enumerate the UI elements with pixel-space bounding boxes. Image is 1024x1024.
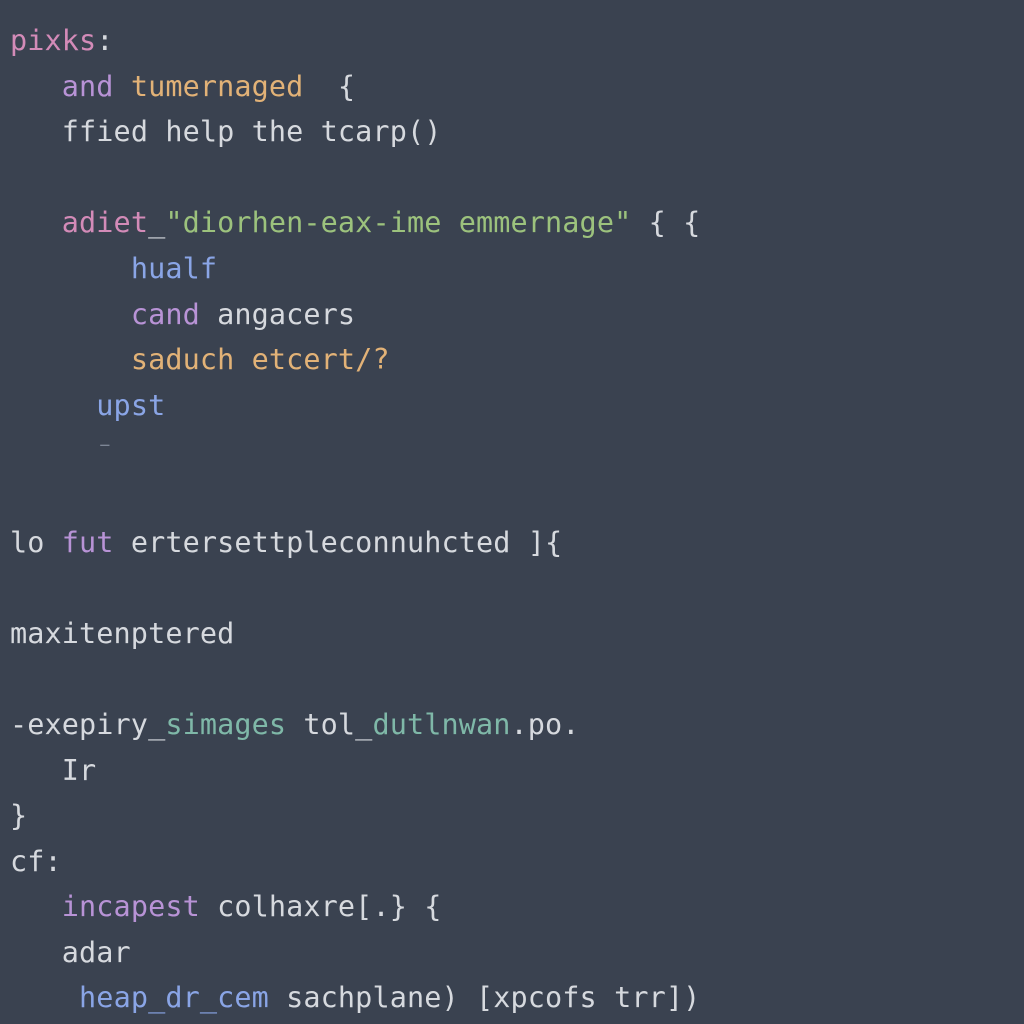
code-line: ⁻ <box>10 434 114 467</box>
code-line: cand angacers <box>10 298 355 331</box>
token-ident: heap_dr_cem <box>79 981 269 1014</box>
code-line: and tumernaged { <box>10 70 355 103</box>
token-punct: .po. <box>511 708 580 741</box>
token-keyword: incapest <box>62 890 200 923</box>
token-brace: { { <box>631 206 700 239</box>
token-ident: hualf <box>131 252 217 285</box>
code-line: lo fut ertersettpleconnuhcted ]{ <box>10 526 562 559</box>
token-ident: saduch etcert/? <box>131 343 390 376</box>
token-text: colhaxre[.} { <box>200 890 442 923</box>
code-line: maxitenptered <box>10 617 234 650</box>
token-ident: upst <box>96 389 165 422</box>
token-text: ffied help the tcarp() <box>62 115 442 148</box>
token-keyword: adiet <box>62 206 148 239</box>
token-text: maxitenptered <box>10 617 234 650</box>
token-keyword: and <box>62 70 114 103</box>
token-keyword: fut <box>62 526 114 559</box>
token-text: -exepiry_ <box>10 708 165 741</box>
token-ident: simages <box>165 708 286 741</box>
token-punct: : <box>96 24 113 57</box>
token-keyword: pixks <box>10 24 96 57</box>
code-line: upst <box>10 389 165 422</box>
code-line: incapest colhaxre[.} { <box>10 890 441 923</box>
token-punct: ⁻ <box>96 434 113 467</box>
token-keyword: cand <box>131 298 200 331</box>
token-ident: dutlnwan <box>372 708 510 741</box>
code-line: adar <box>10 936 131 969</box>
token-text: sachplane) <box>269 981 476 1014</box>
token-text: lo <box>10 526 62 559</box>
token-string: emmernage" <box>459 206 632 239</box>
code-line: saduch etcert/? <box>10 343 390 376</box>
code-line: } <box>10 799 27 832</box>
token-text: adar <box>62 936 131 969</box>
token-brace: } <box>10 799 27 832</box>
token-text: Ir <box>62 754 97 787</box>
code-line: heap_dr_cem sachplane) [xpcofs trr]) <box>10 981 700 1014</box>
code-line: cf: <box>10 845 62 878</box>
code-line: pixks: <box>10 24 114 57</box>
code-line: adiet_"diorhen-eax-ime emmernage" { { <box>10 206 700 239</box>
token-string: "diorhen-eax-ime <box>165 206 458 239</box>
token-text: tol_ <box>286 708 372 741</box>
code-line: Ir <box>10 754 96 787</box>
code-line: ffied help the tcarp() <box>10 115 441 148</box>
token-ident: tumernaged <box>114 70 304 103</box>
code-editor[interactable]: pixks: and tumernaged { ffied help the t… <box>0 0 1024 1024</box>
code-line: hualf <box>10 252 217 285</box>
code-line: -exepiry_simages tol_dutlnwan.po. <box>10 708 580 741</box>
token-bracket: [xpcofs trr]) <box>476 981 700 1014</box>
token-text: cf: <box>10 845 62 878</box>
token-brace: { <box>303 70 355 103</box>
token-text: angacers <box>200 298 355 331</box>
token-text: ertersettpleconnuhcted ]{ <box>114 526 563 559</box>
token-punct: _ <box>148 206 165 239</box>
